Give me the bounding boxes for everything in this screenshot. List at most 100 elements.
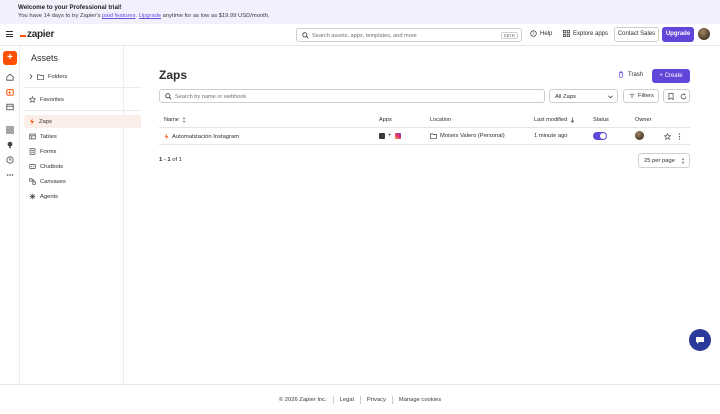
canvas-icon <box>29 178 36 185</box>
sidebar-item-canvases[interactable]: Canvases <box>24 175 141 188</box>
lightning-icon <box>29 118 35 125</box>
tables-rail-icon[interactable] <box>6 103 14 111</box>
owner-avatar <box>635 131 644 140</box>
global-search-input[interactable]: Search assets, apps, templates, and more… <box>296 28 522 42</box>
folder-icon <box>37 74 44 80</box>
column-label: Owner <box>635 117 652 123</box>
column-header-location: Location <box>430 117 451 123</box>
search-shortcut-hint: Ctrl K <box>500 31 518 39</box>
lightning-icon <box>164 133 169 140</box>
privacy-link[interactable]: Privacy <box>361 397 392 403</box>
chat-bubble-icon <box>696 337 704 344</box>
sidebar-item-label: Zaps <box>39 118 52 125</box>
footer: © 2026 Zapier Inc. Legal Privacy Manage … <box>0 384 720 414</box>
sidebar-item-agents[interactable]: Agents <box>24 190 141 203</box>
column-label: Last modified <box>534 117 568 123</box>
banner-text-after: anytime for as low as $19.99 USD/month. <box>161 13 270 19</box>
assets-panel: Assets Folders Favorites Zaps Tables For… <box>20 46 142 384</box>
per-page-select[interactable]: 25 per page <box>638 153 690 168</box>
star-icon[interactable] <box>664 133 671 140</box>
sidebar-item-favorites[interactable]: Favorites <box>24 93 141 106</box>
column-header-apps: Apps <box>379 117 392 123</box>
zap-apps-cell: + <box>379 133 401 139</box>
contact-sales-button[interactable]: Contact Sales <box>614 27 659 42</box>
sidebar-item-chatbots[interactable]: Chatbots <box>24 160 141 173</box>
home-icon[interactable] <box>6 73 14 81</box>
filters-button[interactable]: Filters <box>623 89 659 103</box>
chevron-updown-icon <box>681 158 685 164</box>
pagination-summary: 1 - 1 of 1 <box>159 157 182 163</box>
chevron-right-icon[interactable] <box>29 74 33 79</box>
zap-status-toggle[interactable] <box>593 132 607 140</box>
zap-name-cell[interactable]: Automatización Instagram <box>164 133 239 140</box>
help-button[interactable]: ? Help <box>530 30 552 37</box>
sidebar-item-folders[interactable]: Folders <box>24 70 141 83</box>
create-button[interactable]: + Create <box>652 69 690 83</box>
logo-text: zapier <box>27 29 55 40</box>
table-row[interactable]: Automatización Instagram + Moisés Valero… <box>159 128 690 145</box>
page-title: Zaps <box>159 68 188 82</box>
plus-icon: + <box>388 133 392 139</box>
zap-filter-select[interactable]: All Zaps <box>549 89 618 103</box>
trash-label: Trash <box>628 71 644 78</box>
instagram-icon <box>394 133 401 139</box>
explore-apps-button[interactable]: Explore apps <box>563 30 608 37</box>
main-content: Zaps Trash + Create Search by name or we… <box>125 46 720 384</box>
zap-filter-value: All Zaps <box>555 93 576 100</box>
sidebar-item-label: Agents <box>40 193 59 200</box>
arrow-down-icon <box>570 117 575 123</box>
upgrade-button[interactable]: Upgrade <box>662 27 694 42</box>
sidebar-item-zaps[interactable]: Zaps <box>24 115 141 128</box>
manage-cookies-link[interactable]: Manage cookies <box>393 397 447 403</box>
help-icon: ? <box>530 30 537 37</box>
apps-grid-icon <box>563 30 570 37</box>
create-label: Create <box>664 73 683 79</box>
add-button[interactable]: + <box>3 51 17 65</box>
legal-link[interactable]: Legal <box>334 397 360 403</box>
search-icon <box>302 32 309 39</box>
banner-title: Welcome to your Professional trial! <box>18 4 122 11</box>
zap-location-cell[interactable]: Moisés Valero (Personal) <box>430 133 505 139</box>
more-icon[interactable] <box>6 171 14 179</box>
column-header-last-modified[interactable]: Last modified <box>534 117 575 123</box>
column-label: Status <box>593 117 609 123</box>
banner-text-before: You have 14 days to try Zapier's <box>18 13 103 19</box>
explore-apps-label: Explore apps <box>573 30 609 37</box>
filter-icon <box>629 93 635 99</box>
zap-search-placeholder: Search by name or webhook <box>175 93 247 100</box>
column-label: Apps <box>379 117 392 123</box>
chevron-down-icon <box>608 95 613 99</box>
chat-support-button[interactable] <box>689 329 711 351</box>
more-vertical-icon[interactable] <box>678 133 681 140</box>
search-icon <box>165 93 172 100</box>
menu-icon[interactable] <box>6 31 13 37</box>
form-icon <box>29 148 36 155</box>
zap-search-input[interactable]: Search by name or webhook <box>159 89 545 103</box>
refresh-icon[interactable] <box>680 93 687 100</box>
bookmark-icon[interactable] <box>668 93 674 100</box>
sidebar-item-tables[interactable]: Tables <box>24 130 141 143</box>
zap-last-modified: 1 minute ago <box>534 133 568 139</box>
column-header-name[interactable]: Name <box>164 117 186 123</box>
upgrade-link[interactable]: Upgrade <box>139 13 161 19</box>
history-icon[interactable] <box>6 156 14 164</box>
zaps-rail-icon[interactable] <box>6 88 14 96</box>
sidebar-item-forms[interactable]: Forms <box>24 145 141 158</box>
trial-banner: Welcome to your Professional trial! You … <box>0 0 720 24</box>
user-avatar[interactable] <box>698 28 710 40</box>
apps-rail-icon[interactable] <box>6 126 14 134</box>
app-icon <box>379 133 385 139</box>
folder-icon <box>430 133 437 139</box>
column-label: Location <box>430 117 452 123</box>
paid-features-link[interactable]: paid features <box>102 13 136 19</box>
column-header-status: Status <box>593 117 609 123</box>
sort-icon <box>182 117 186 123</box>
trash-button[interactable]: Trash <box>618 71 643 78</box>
sidebar-item-label: Folders <box>48 73 68 80</box>
lightbulb-icon[interactable] <box>6 141 14 149</box>
help-label: Help <box>540 30 553 37</box>
assets-title: Assets <box>31 53 59 63</box>
zap-name: Automatización Instagram <box>172 133 240 140</box>
svg-text:?: ? <box>532 31 534 36</box>
zapier-logo[interactable]: zapier <box>20 29 54 40</box>
